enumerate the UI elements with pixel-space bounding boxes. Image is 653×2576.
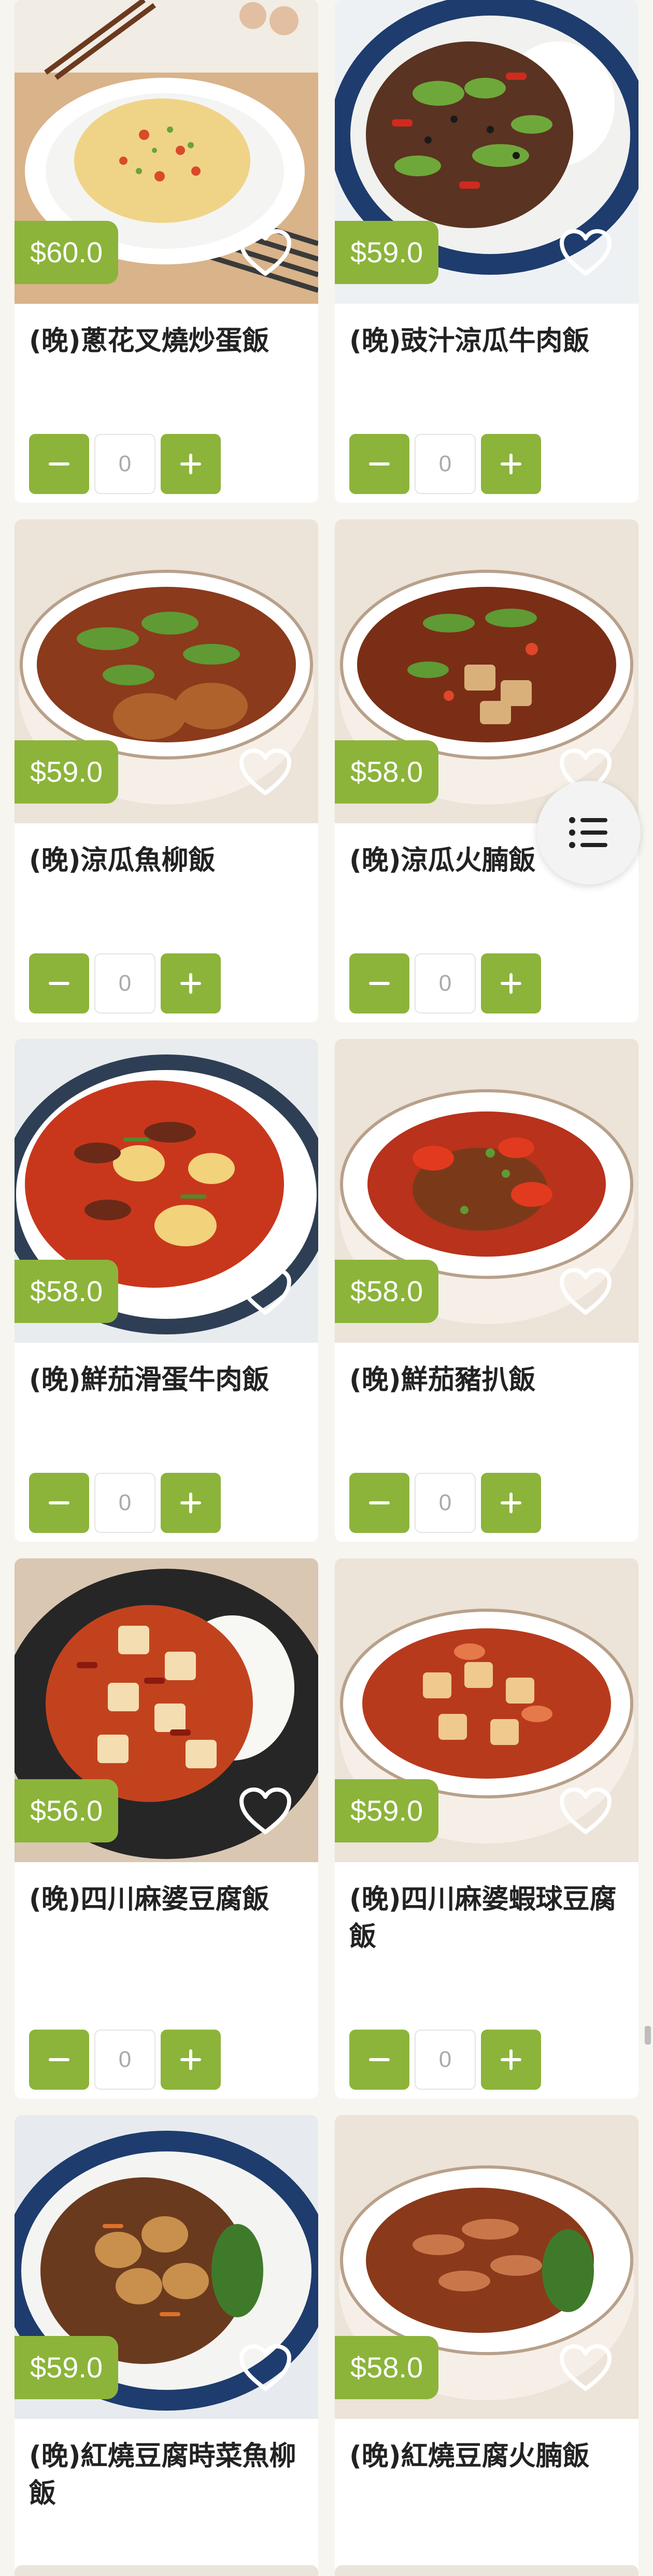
- category-menu-button[interactable]: [537, 781, 641, 884]
- food-photo[interactable]: $58.0: [335, 1039, 638, 1343]
- heart-icon[interactable]: [238, 2343, 292, 2393]
- price-badge: $60.0: [15, 221, 119, 284]
- menu-item-card[interactable]: $58.0 (晚)涼瓜火腩飯 0: [335, 519, 638, 1022]
- item-name: (晚)豉汁涼瓜牛肉飯: [349, 326, 590, 357]
- quantity-stepper: 0: [335, 1464, 638, 1542]
- heart-icon[interactable]: [559, 228, 613, 278]
- price-badge: $56.0: [15, 1779, 119, 1842]
- menu-item-card[interactable]: $58.0 (晚)鮮茄豬扒飯 0: [335, 1039, 638, 1542]
- food-photo[interactable]: $56.0: [15, 1558, 318, 1862]
- food-photo[interactable]: $59.0: [15, 519, 318, 823]
- scrollbar[interactable]: [645, 2026, 651, 2045]
- price-badge: $58.0: [335, 1260, 439, 1323]
- food-photo[interactable]: $59.0: [335, 1558, 638, 1862]
- heart-icon[interactable]: [238, 748, 292, 797]
- decrease-button[interactable]: [349, 953, 409, 1013]
- quantity-value: 0: [94, 434, 155, 494]
- price-badge: $59.0: [335, 1779, 439, 1842]
- food-photo[interactable]: $60.0: [15, 0, 318, 304]
- quantity-stepper: 0: [335, 945, 638, 1022]
- item-name: (晚)鮮茄滑蛋牛肉飯: [29, 1364, 269, 1396]
- food-photo[interactable]: $58.0: [15, 1039, 318, 1343]
- quantity-stepper: 0: [15, 945, 318, 1022]
- item-name: (晚)紅燒豆腐時菜魚柳飯: [29, 2441, 296, 2509]
- quantity-value: 0: [415, 434, 476, 494]
- increase-button[interactable]: [481, 953, 541, 1013]
- menu-item-card[interactable]: $59.0 (晚)四川麻婆蝦球豆腐飯 0: [335, 1558, 638, 2099]
- quantity-stepper: 0: [15, 1464, 318, 1542]
- decrease-button[interactable]: [29, 2030, 89, 2090]
- decrease-button[interactable]: [349, 434, 409, 494]
- quantity-stepper: 0: [335, 425, 638, 503]
- price-badge: $59.0: [15, 2336, 119, 2399]
- heart-icon[interactable]: [238, 1786, 292, 1836]
- food-photo[interactable]: $59.0: [15, 2115, 318, 2419]
- quantity-stepper: 0: [15, 2021, 318, 2099]
- next-card-peek: [15, 2565, 318, 2576]
- item-name: (晚)涼瓜魚柳飯: [29, 845, 216, 876]
- menu-item-card[interactable]: $60.0 (晚)蔥花叉燒炒蛋飯 0: [15, 0, 318, 503]
- increase-button[interactable]: [161, 953, 221, 1013]
- list-icon: [569, 817, 607, 848]
- price-badge: $58.0: [15, 1260, 119, 1323]
- heart-icon[interactable]: [559, 1267, 613, 1317]
- heart-icon[interactable]: [238, 228, 292, 278]
- increase-button[interactable]: [161, 2030, 221, 2090]
- heart-icon[interactable]: [559, 1786, 613, 1836]
- decrease-button[interactable]: [29, 953, 89, 1013]
- price-badge: $58.0: [335, 740, 439, 804]
- quantity-value: 0: [415, 953, 476, 1013]
- decrease-button[interactable]: [29, 1473, 89, 1533]
- increase-button[interactable]: [481, 434, 541, 494]
- decrease-button[interactable]: [349, 1473, 409, 1533]
- heart-icon[interactable]: [238, 1267, 292, 1317]
- food-photo[interactable]: $58.0: [335, 2115, 638, 2419]
- quantity-stepper: 0: [15, 425, 318, 503]
- quantity-value: 0: [94, 953, 155, 1013]
- menu-item-card[interactable]: $58.0 (晚)紅燒豆腐火腩飯 0: [335, 2115, 638, 2576]
- increase-button[interactable]: [481, 1473, 541, 1533]
- menu-item-card[interactable]: $59.0 (晚)涼瓜魚柳飯 0: [15, 519, 318, 1022]
- next-card-peek: [335, 2565, 638, 2576]
- increase-button[interactable]: [161, 1473, 221, 1533]
- item-name: (晚)四川麻婆豆腐飯: [29, 1884, 269, 1915]
- quantity-value: 0: [94, 1473, 155, 1533]
- quantity-value: 0: [94, 2030, 155, 2090]
- menu-item-card[interactable]: $58.0 (晚)鮮茄滑蛋牛肉飯 0: [15, 1039, 318, 1542]
- quantity-value: 0: [415, 1473, 476, 1533]
- quantity-stepper: 0: [335, 2021, 638, 2099]
- heart-icon[interactable]: [559, 2343, 613, 2393]
- menu-item-card[interactable]: $59.0 (晚)豉汁涼瓜牛肉飯 0: [335, 0, 638, 503]
- menu-item-card[interactable]: $59.0 (晚)紅燒豆腐時菜魚柳飯 0: [15, 2115, 318, 2576]
- price-badge: $58.0: [335, 2336, 439, 2399]
- menu-item-card[interactable]: $56.0 (晚)四川麻婆豆腐飯 0: [15, 1558, 318, 2099]
- item-name: (晚)蔥花叉燒炒蛋飯: [29, 326, 269, 357]
- item-name: (晚)鮮茄豬扒飯: [349, 1364, 536, 1396]
- food-photo[interactable]: $59.0: [335, 0, 638, 304]
- item-name: (晚)紅燒豆腐火腩飯: [349, 2441, 590, 2472]
- decrease-button[interactable]: [29, 434, 89, 494]
- item-name: (晚)四川麻婆蝦球豆腐飯: [349, 1884, 617, 1952]
- quantity-value: 0: [415, 2030, 476, 2090]
- increase-button[interactable]: [481, 2030, 541, 2090]
- price-badge: $59.0: [335, 221, 439, 284]
- food-photo[interactable]: $58.0: [335, 519, 638, 823]
- menu-grid: $60.0 (晚)蔥花叉燒炒蛋飯 0 $59.0 (晚)豉汁涼瓜牛肉飯 0 $5…: [15, 0, 638, 2576]
- increase-button[interactable]: [161, 434, 221, 494]
- decrease-button[interactable]: [349, 2030, 409, 2090]
- price-badge: $59.0: [15, 740, 119, 804]
